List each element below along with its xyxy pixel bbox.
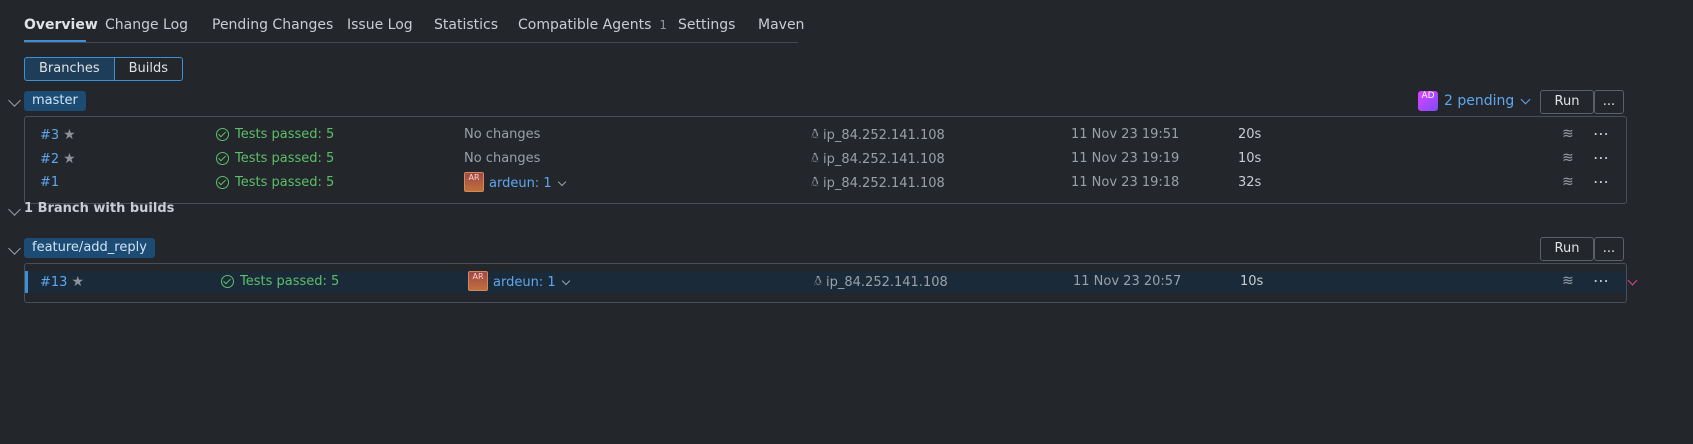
build-agent[interactable]: 🐧︎ ip_84.252.141.108: [814, 274, 948, 290]
build-agent-name: ip_84.252.141.108: [823, 127, 945, 143]
check-circle-icon: [216, 128, 229, 141]
active-tab-indicator: [24, 40, 86, 42]
check-circle-icon: [216, 152, 229, 165]
build-agent[interactable]: 🐧︎ ip_84.252.141.108: [811, 175, 945, 191]
collapse-master-chevron-icon[interactable]: [8, 94, 21, 107]
build-date: 11 Nov 23 19:18: [1071, 175, 1180, 190]
build-agent-name: ip_84.252.141.108: [823, 151, 945, 167]
build-row[interactable]: #13 ★ Tests passed: 5 AR ardeun: 1 🐧︎ ip_8…: [25, 271, 1626, 293]
expand-details-chevron-icon[interactable]: [1627, 275, 1638, 286]
run-options-button-feature[interactable]: ...: [1594, 237, 1624, 261]
branch-tag-feature[interactable]: feature/add_reply: [24, 238, 155, 258]
build-date: 11 Nov 23 19:19: [1071, 151, 1180, 166]
branch-tag-master[interactable]: master: [24, 91, 86, 111]
pending-changes-dropdown[interactable]: AD 2 pending: [1418, 91, 1531, 111]
build-number-link[interactable]: #1: [40, 175, 59, 190]
branches-toggle-button[interactable]: Branches: [24, 57, 115, 81]
run-options-button-master[interactable]: ...: [1594, 90, 1624, 114]
build-status[interactable]: Tests passed: 5: [216, 151, 334, 166]
committer-avatar: AR: [464, 172, 484, 192]
tab-change-log[interactable]: Change Log: [105, 17, 188, 33]
layers-icon[interactable]: ≋: [1562, 126, 1574, 142]
run-button-master[interactable]: Run: [1540, 90, 1594, 114]
build-number-link[interactable]: #13: [40, 275, 67, 290]
tab-overview[interactable]: Overview: [24, 17, 98, 33]
feature-builds-panel: #13 ★ Tests passed: 5 AR ardeun: 1 🐧︎ ip_8…: [24, 263, 1627, 303]
build-agent-name: ip_84.252.141.108: [826, 274, 948, 290]
collapse-section-chevron-icon[interactable]: [8, 203, 21, 216]
build-status-text: Tests passed: 5: [235, 127, 335, 142]
build-changes: No changes: [464, 151, 541, 166]
layers-icon[interactable]: ≋: [1562, 273, 1574, 289]
chevron-down-icon: [561, 276, 570, 285]
more-icon[interactable]: ⋯: [1593, 148, 1610, 167]
build-number-link[interactable]: #3: [40, 128, 59, 143]
build-status-text: Tests passed: 5: [240, 274, 340, 289]
build-changes-text: ardeun: 1: [493, 274, 556, 290]
build-status-text: Tests passed: 5: [235, 175, 335, 190]
tab-settings[interactable]: Settings: [678, 17, 735, 33]
section-title: 1 Branch with builds: [24, 201, 175, 216]
build-duration: 10s: [1240, 274, 1264, 289]
build-row[interactable]: #1 Tests passed: 5 AR ardeun: 1 🐧︎ ip_84.…: [25, 172, 1626, 194]
build-agent[interactable]: 🐧︎ ip_84.252.141.108: [811, 127, 945, 143]
master-builds-panel: #3 ★ Tests passed: 5 No changes 🐧︎ ip_84.2…: [24, 116, 1627, 204]
build-agent[interactable]: 🐧︎ ip_84.252.141.108: [811, 151, 945, 167]
tab-compatible-agents-label: Compatible Agents: [518, 17, 652, 33]
build-duration: 20s: [1238, 127, 1262, 142]
build-agent-name: ip_84.252.141.108: [823, 175, 945, 191]
linux-icon: 🐧︎: [811, 151, 820, 166]
build-date: 11 Nov 23 19:51: [1071, 127, 1180, 142]
star-icon[interactable]: ★: [63, 127, 76, 143]
more-icon[interactable]: ⋯: [1593, 271, 1610, 290]
build-row[interactable]: #2 ★ Tests passed: 5 No changes 🐧︎ ip_84.2…: [25, 148, 1626, 170]
linux-icon: 🐧︎: [811, 127, 820, 142]
pending-label: 2 pending: [1444, 93, 1515, 109]
layers-icon[interactable]: ≋: [1562, 150, 1574, 166]
committer-avatar: AR: [468, 271, 488, 291]
run-button-feature[interactable]: Run: [1540, 237, 1594, 261]
build-duration: 10s: [1238, 151, 1262, 166]
star-icon[interactable]: ★: [71, 274, 84, 290]
linux-icon: 🐧︎: [814, 274, 823, 289]
tab-pending-changes[interactable]: Pending Changes: [212, 17, 333, 33]
linux-icon: 🐧︎: [811, 175, 820, 190]
build-status[interactable]: Tests passed: 5: [216, 127, 334, 142]
build-changes-dropdown[interactable]: AR ardeun: 1: [468, 271, 570, 291]
build-changes-dropdown[interactable]: AR ardeun: 1: [464, 172, 566, 192]
chevron-down-icon: [557, 177, 566, 186]
build-row[interactable]: #3 ★ Tests passed: 5 No changes 🐧︎ ip_84.2…: [25, 124, 1626, 146]
more-icon[interactable]: ⋯: [1593, 124, 1610, 143]
tab-maven[interactable]: Maven: [758, 17, 804, 33]
build-status[interactable]: Tests passed: 5: [216, 175, 334, 190]
tab-bar: Overview Change Log Pending Changes Issu…: [24, 12, 804, 43]
selection-indicator: [25, 271, 28, 293]
tab-compatible-agents[interactable]: Compatible Agents 1: [518, 17, 667, 33]
view-toggle: Branches Builds: [24, 57, 184, 81]
build-changes-text: ardeun: 1: [489, 175, 552, 191]
builds-toggle-button[interactable]: Builds: [114, 57, 184, 81]
chevron-down-icon: [1520, 94, 1531, 104]
pending-user-avatar: AD: [1418, 91, 1438, 111]
build-changes: No changes: [464, 127, 541, 142]
check-circle-icon: [221, 275, 234, 288]
compatible-agents-count: 1: [659, 18, 668, 32]
star-icon[interactable]: ★: [63, 151, 76, 167]
more-icon[interactable]: ⋯: [1593, 172, 1610, 191]
build-status-text: Tests passed: 5: [235, 151, 335, 166]
build-status[interactable]: Tests passed: 5: [221, 274, 339, 289]
tab-issue-log[interactable]: Issue Log: [347, 17, 413, 33]
collapse-feature-chevron-icon[interactable]: [8, 242, 21, 255]
tab-statistics[interactable]: Statistics: [434, 17, 498, 33]
layers-icon[interactable]: ≋: [1562, 174, 1574, 190]
build-duration: 32s: [1238, 175, 1262, 190]
build-date: 11 Nov 23 20:57: [1073, 274, 1182, 289]
check-circle-icon: [216, 176, 229, 189]
build-number-link[interactable]: #2: [40, 152, 59, 167]
